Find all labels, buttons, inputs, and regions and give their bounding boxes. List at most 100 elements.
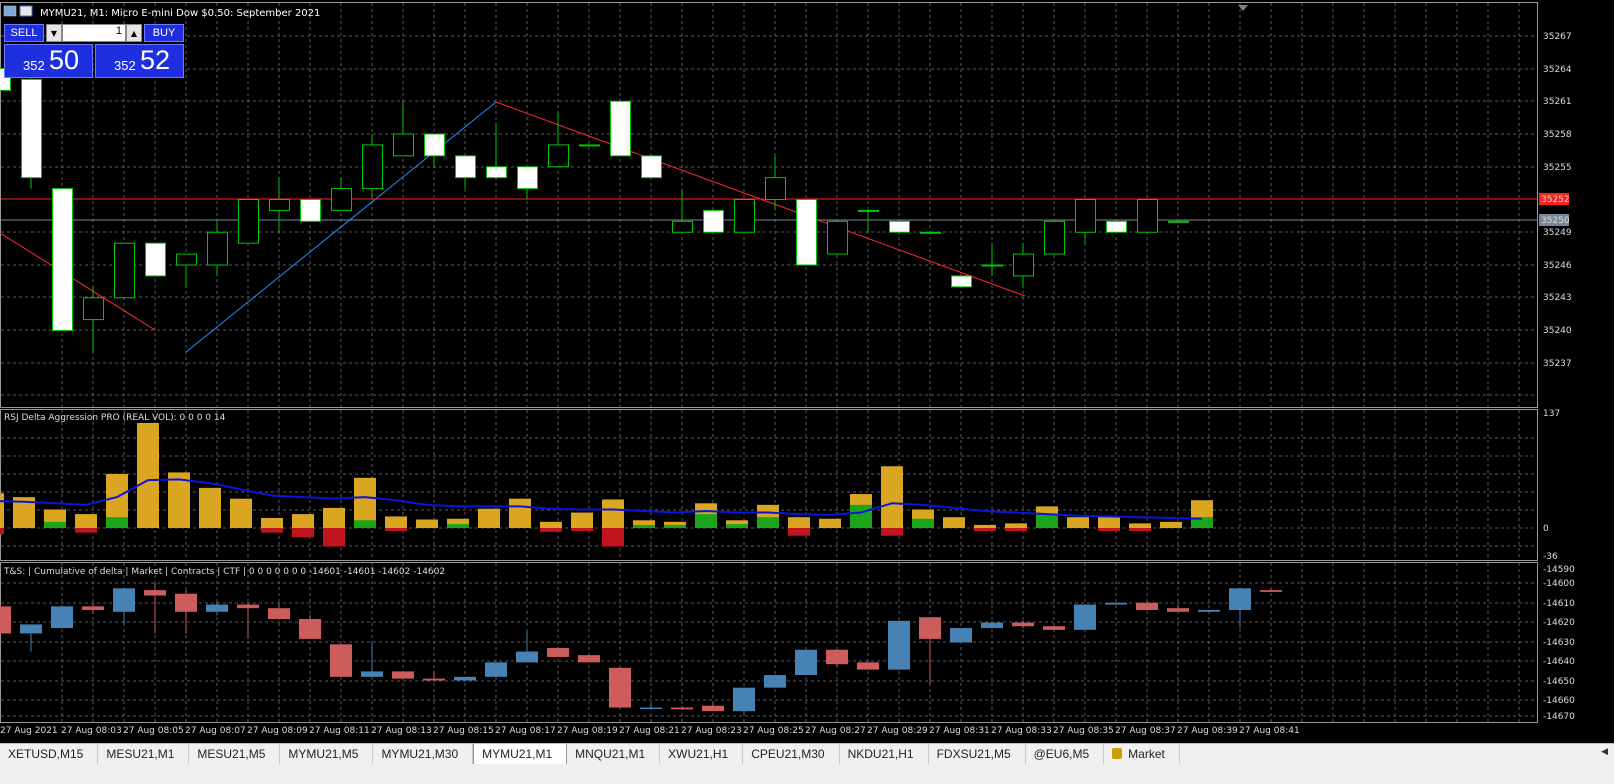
delta-axis-max: 137: [1543, 409, 1560, 419]
cumulative-delta-candle: [1074, 604, 1096, 630]
cumulative-delta-candle: [795, 649, 817, 676]
delta-bar: [416, 519, 438, 528]
delta-bar: [974, 524, 996, 532]
cd-tick: -14610: [1543, 599, 1575, 609]
lot-increase-button[interactable]: ▲: [126, 24, 142, 42]
delta-bar: [354, 477, 376, 528]
tab-cpeu21-m30[interactable]: CPEU21,M30: [743, 744, 840, 764]
tab-mnqu21-m1[interactable]: MNQU21,M1: [567, 744, 661, 764]
tab-xetusd-m15[interactable]: XETUSD,M15: [0, 744, 99, 764]
tab-mymu21-m5[interactable]: MYMU21,M5: [280, 744, 374, 764]
candle: [920, 231, 941, 234]
delta-bar: [726, 520, 748, 528]
chart-tabs-bar: XETUSD,M15 MESU21,M1 MESU21,M5 MYMU21,M5 MYM…: [0, 743, 1614, 784]
tab--eu6-m5[interactable]: @EU6,M5: [1026, 744, 1105, 764]
tab-nkdu21-h1[interactable]: NKDU21,H1: [840, 744, 929, 764]
tab-label: NKDU21,H1: [847, 747, 914, 761]
candle: [1137, 199, 1158, 233]
price-pane[interactable]: [0, 2, 1538, 408]
sell-price-pips: 50: [49, 45, 80, 75]
cumulative-delta-candle: [857, 662, 879, 670]
delta-bar: [757, 504, 779, 528]
time-tick: 27 Aug 08:13: [371, 726, 432, 736]
tab-mymu21-m30[interactable]: MYMU21,M30: [373, 744, 474, 764]
delta-bar: [106, 473, 128, 528]
tab-label: MYMU21,M5: [288, 747, 359, 761]
delta-bar: [230, 498, 252, 528]
price-tick: 35264: [1543, 65, 1572, 75]
time-tick: 27 Aug 08:25: [743, 726, 804, 736]
tab-xwu21-h1[interactable]: XWU21,H1: [660, 744, 744, 764]
cd-tick: -14630: [1543, 638, 1575, 648]
candle: [238, 199, 259, 244]
delta-bar: [1036, 506, 1058, 528]
delta-bar: [881, 466, 903, 536]
candle: [610, 100, 631, 157]
cumulative-delta-candle: [950, 628, 972, 643]
time-tick: 27 Aug 08:41: [1239, 726, 1300, 736]
tab-label: CPEU21,M30: [751, 747, 825, 761]
lot-decrease-button[interactable]: ▼: [46, 24, 62, 42]
price-tick: 35267: [1543, 32, 1572, 42]
lot-size-input[interactable]: 1: [62, 24, 126, 42]
candle: [641, 155, 662, 179]
candle: [1044, 220, 1065, 255]
sell-price-prefix: 352: [23, 58, 45, 73]
sell-price-button[interactable]: 352 50: [4, 44, 93, 78]
cumulative-delta-candle: [0, 602, 11, 634]
candle: [52, 188, 73, 331]
time-tick: 27 Aug 08:23: [681, 726, 742, 736]
chevron-up-icon: ▲: [130, 28, 138, 38]
delta-bar: [0, 493, 4, 535]
cumulative-delta-candle: [330, 644, 352, 677]
time-tick: 27 Aug 08:35: [1053, 726, 1114, 736]
candle: [145, 242, 166, 277]
time-tick: 27 Aug 2021: [0, 726, 58, 736]
tab-market[interactable]: Market: [1104, 744, 1180, 764]
tab-label: XWU21,H1: [668, 747, 729, 761]
window-title: MYMU21, M1: Micro E-mini Dow $0.50: Sept…: [40, 8, 320, 19]
delta-bar: [44, 509, 66, 528]
tabs-scroll-left-icon[interactable]: ◀: [1601, 747, 1608, 757]
cd-tick: -14620: [1543, 618, 1575, 628]
cumulative-delta-axis: -14590 -14600 -14610 -14620 -14630 -1464…: [1543, 565, 1575, 722]
delta-aggression-pane[interactable]: [0, 409, 1538, 561]
tab-label: XETUSD,M15: [8, 747, 84, 761]
time-tick: 27 Aug 08:19: [557, 726, 618, 736]
tab-mesu21-m5[interactable]: MESU21,M5: [189, 744, 281, 764]
window-menu-icon[interactable]: [3, 5, 17, 17]
bid-price-label: 35252: [1541, 195, 1570, 205]
buy-price-button[interactable]: 352 52: [95, 44, 184, 78]
time-tick: 27 Aug 08:31: [929, 726, 990, 736]
delta-bar: [1098, 517, 1120, 532]
delta-aggression-title: RSJ Delta Aggression PRO (REAL VOL): 0 0…: [4, 413, 226, 423]
cumulative-delta-candle: [578, 655, 600, 663]
delta-bar: [602, 499, 624, 547]
sell-button[interactable]: SELL: [4, 24, 44, 42]
candle: [734, 199, 755, 233]
tab-label: MESU21,M1: [106, 747, 175, 761]
time-tick: 27 Aug 08:33: [991, 726, 1052, 736]
time-tick: 27 Aug 08:11: [309, 726, 370, 736]
time-tick: 27 Aug 08:03: [61, 726, 122, 736]
cumulative-delta-candle: [392, 671, 414, 679]
delta-bar: [788, 517, 810, 536]
delta-bar: [1191, 500, 1213, 528]
price-tick: 35255: [1543, 163, 1572, 173]
cumulative-delta-title: T&S: | Cumulative of delta | Market | Co…: [3, 567, 445, 577]
cumulative-delta-candle: [454, 676, 476, 681]
chart-window[interactable]: MYMU21, M1: Micro E-mini Dow $0.50: Sept…: [0, 0, 1614, 783]
chart-symbol-icon: [19, 5, 33, 17]
delta-bar: [385, 516, 407, 532]
tab-label: FDXSU21,M5: [936, 747, 1011, 761]
delta-bar: [819, 518, 841, 528]
price-tick: 35237: [1543, 359, 1572, 369]
tab-fdxsu21-m5[interactable]: FDXSU21,M5: [929, 744, 1026, 764]
buy-button[interactable]: BUY: [144, 24, 184, 42]
delta-bar: [137, 423, 159, 528]
candle: [1168, 220, 1189, 223]
tab-mymu21-m1[interactable]: MYMU21,M1: [473, 744, 568, 764]
delta-bar: [509, 498, 531, 528]
chevron-down-icon: ▼: [50, 28, 58, 38]
tab-mesu21-m1[interactable]: MESU21,M1: [98, 744, 190, 764]
